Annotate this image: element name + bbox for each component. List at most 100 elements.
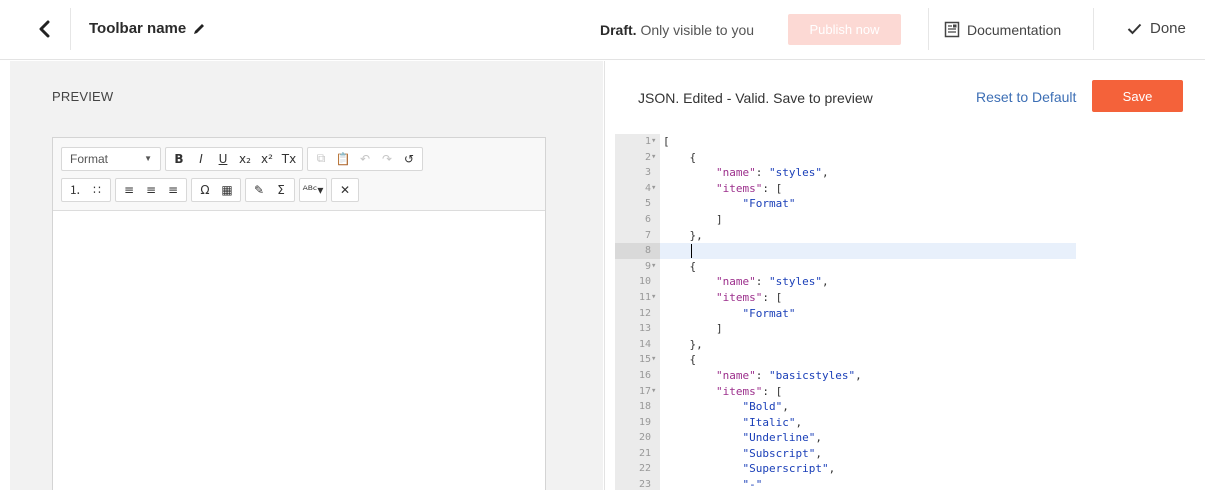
code-line[interactable]: 11 ▾ "items": [	[615, 290, 1205, 306]
sigma-button[interactable]: Σ	[270, 179, 292, 201]
code-text: "Bold",	[742, 400, 789, 414]
code-text: "name": "styles",	[715, 166, 829, 180]
code-line[interactable]: 17 ▾ "items": [	[615, 384, 1205, 400]
code-text: },	[663, 337, 703, 351]
line-number: 17	[638, 385, 651, 397]
active-line-highlight	[660, 243, 1076, 259]
rich-text-editor[interactable]: Format ▼ B I Ux₂ x² Tx ⧉ 📋 ↶ ↷ ↺ ⒈ ∷ ≡ ≡ ≡ Ω ▦ ✎ Σ ᴬᴮ…	[52, 137, 546, 490]
align-right-button[interactable]: ≡	[162, 179, 184, 201]
bold-button[interactable]: B	[168, 148, 190, 170]
done-button[interactable]: Done	[1127, 20, 1186, 37]
source-button[interactable]: ↺	[398, 148, 420, 170]
reset-to-default-link[interactable]: Reset to Default	[976, 89, 1076, 105]
align-center-button[interactable]: ≡	[140, 179, 162, 201]
line-number: 8	[644, 245, 651, 257]
json-panel: JSON. Edited - Valid. Save to preview Re…	[604, 61, 1205, 490]
code-line[interactable]: 16 "name": "basicstyles",	[615, 368, 1205, 384]
format-dropdown[interactable]: Format ▼	[64, 148, 158, 170]
code-line[interactable]: 4 ▾ "items": [	[615, 181, 1205, 197]
fold-toggle-icon[interactable]: ▾	[651, 181, 660, 197]
chevron-left-icon	[39, 20, 50, 38]
code-line[interactable]: 7 },	[615, 228, 1205, 244]
code-line[interactable]: 10 "name": "styles",	[615, 274, 1205, 290]
special-char-button[interactable]: Ω	[194, 179, 216, 201]
documentation-link[interactable]: Documentation	[944, 21, 1061, 38]
code-text: {	[663, 353, 697, 367]
code-line[interactable]: 6 ]	[615, 212, 1205, 228]
code-text: "Italic",	[742, 415, 803, 429]
maximize-group: ✕	[331, 177, 359, 202]
code-text: "Format"	[742, 197, 796, 211]
line-number: 23	[638, 479, 651, 490]
pencil-icon	[194, 23, 205, 34]
code-line[interactable]: 18 "Bold",	[615, 399, 1205, 415]
json-code-editor[interactable]: 1 ▾[2 ▾ {3 "name": "styles", 4 ▾ "items": [5…	[615, 134, 1205, 490]
editor-content-area[interactable]	[53, 211, 545, 490]
remove-format-button[interactable]: Tx	[278, 148, 300, 170]
superscript-button[interactable]: x²	[256, 148, 278, 170]
line-number: 3	[644, 167, 651, 179]
subscript-button[interactable]: x₂	[234, 148, 256, 170]
code-text: [	[663, 135, 670, 148]
italic-button[interactable]: I	[190, 148, 212, 170]
maximize-button[interactable]: ✕	[334, 179, 356, 201]
code-line[interactable]: 14 },	[615, 337, 1205, 353]
align-group: ≡ ≡ ≡	[115, 177, 187, 202]
bulleted-list-button[interactable]: ∷	[86, 179, 108, 201]
divider	[70, 8, 71, 50]
draft-status: Draft. Only visible to you	[600, 22, 754, 38]
code-text: ]	[663, 322, 723, 336]
undo-button[interactable]: ↶	[354, 148, 376, 170]
fold-toggle-icon[interactable]: ▾	[651, 352, 660, 368]
spellcheck-button[interactable]: ᴬᴮᶜ▾	[302, 179, 324, 201]
line-number: 22	[638, 463, 651, 475]
line-number: 19	[638, 416, 651, 428]
code-text: "items": [	[715, 290, 783, 304]
code-line[interactable]: 20 "Underline",	[615, 430, 1205, 446]
toolbar-name-title[interactable]: Toolbar name	[89, 20, 206, 37]
code-line[interactable]: 12 "Format"	[615, 306, 1205, 322]
preview-label: PREVIEW	[52, 89, 114, 104]
redo-button[interactable]: ↷	[376, 148, 398, 170]
code-line[interactable]: 13 ]	[615, 321, 1205, 337]
tools-group: ✎ Σ	[245, 177, 295, 202]
code-line[interactable]: 22 "Superscript",	[615, 461, 1205, 477]
done-label: Done	[1150, 20, 1186, 37]
draft-status-strong: Draft.	[600, 22, 637, 38]
code-text: },	[663, 228, 703, 242]
code-line[interactable]: 9 ▾ {	[615, 259, 1205, 275]
basic-styles-group: B I Ux₂ x² Tx	[165, 146, 303, 171]
documentation-label: Documentation	[967, 21, 1062, 38]
code-line[interactable]: 3 "name": "styles",	[615, 165, 1205, 181]
fold-toggle-icon[interactable]: ▾	[651, 384, 660, 400]
align-left-button[interactable]: ≡	[118, 179, 140, 201]
code-line[interactable]: 2 ▾ {	[615, 150, 1205, 166]
code-line[interactable]: 15 ▾ {	[615, 352, 1205, 368]
copy-button[interactable]: ⧉	[310, 148, 332, 170]
code-line[interactable]: 1 ▾[	[615, 134, 1205, 150]
editor-toolbar-row: ⒈ ∷ ≡ ≡ ≡ Ω ▦ ✎ Σ ᴬᴮᶜ▾ ✕	[61, 175, 537, 204]
code-text: "items": [	[715, 181, 783, 195]
code-line[interactable]: 21 "Subscript",	[615, 446, 1205, 462]
code-line[interactable]: 19 "Italic",	[615, 415, 1205, 431]
fold-toggle-icon[interactable]: ▾	[651, 259, 660, 275]
fold-toggle-icon[interactable]: ▾	[651, 150, 660, 166]
underline-button[interactable]: U	[212, 148, 234, 170]
table-button[interactable]: ▦	[216, 179, 238, 201]
code-line[interactable]: 8	[615, 243, 1205, 259]
back-button[interactable]	[30, 14, 60, 44]
publish-button[interactable]: Publish now	[788, 14, 901, 45]
fold-toggle-icon[interactable]: ▾	[651, 134, 660, 150]
line-number: 13	[638, 323, 651, 335]
code-line[interactable]: 23 "-"	[615, 477, 1205, 490]
line-number: 11	[638, 291, 651, 303]
numbered-list-button[interactable]: ⒈	[64, 179, 86, 201]
code-text: ]	[663, 212, 723, 226]
code-line[interactable]: 5 "Format"	[615, 196, 1205, 212]
fold-toggle-icon[interactable]: ▾	[651, 290, 660, 306]
line-number: 18	[638, 401, 651, 413]
save-button[interactable]: Save	[1092, 80, 1183, 112]
pen-button[interactable]: ✎	[248, 179, 270, 201]
line-number: 1	[644, 136, 651, 147]
paste-button[interactable]: 📋	[332, 148, 354, 170]
